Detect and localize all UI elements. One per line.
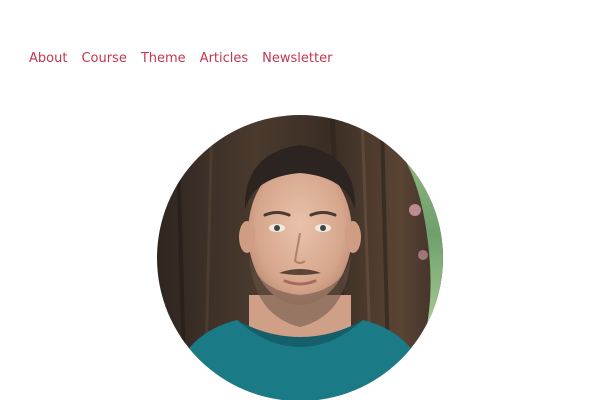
nav-link-course[interactable]: Course — [81, 50, 126, 68]
nav-link-newsletter[interactable]: Newsletter — [262, 50, 332, 68]
nav-link-about[interactable]: About — [29, 50, 67, 68]
main-nav: About Course Theme Articles Newsletter — [29, 50, 346, 68]
nav-link-theme[interactable]: Theme — [141, 50, 186, 68]
profile-avatar — [157, 115, 443, 400]
nav-link-articles[interactable]: Articles — [200, 50, 248, 68]
